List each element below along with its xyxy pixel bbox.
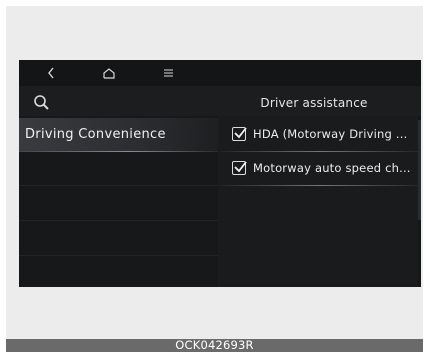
scrollbar[interactable] bbox=[418, 116, 421, 287]
search-icon bbox=[33, 95, 51, 116]
category-item-driving-convenience[interactable]: Driving Convenience bbox=[19, 118, 218, 152]
hda-checkbox[interactable] bbox=[232, 127, 247, 141]
home-button[interactable] bbox=[94, 64, 124, 82]
figure-caption: OCK042693R bbox=[175, 338, 254, 352]
back-button[interactable] bbox=[36, 64, 66, 82]
chevron-left-icon bbox=[47, 67, 55, 79]
menu-button[interactable] bbox=[153, 64, 183, 82]
category-item-label: Driving Convenience bbox=[25, 127, 166, 142]
infotainment-screen: Driver assistance Driving Convenience HD… bbox=[19, 60, 421, 287]
caption-bar: OCK042693R bbox=[6, 338, 423, 352]
home-icon bbox=[103, 67, 115, 79]
top-navigation-bar bbox=[19, 60, 421, 86]
option-label: HDA (Motorway Driving ... bbox=[253, 127, 408, 141]
category-list: Driving Convenience bbox=[19, 116, 218, 287]
option-hda[interactable]: HDA (Motorway Driving ... bbox=[220, 118, 421, 152]
option-label: Motorway auto speed ch... bbox=[253, 161, 411, 175]
scrollbar-thumb[interactable] bbox=[418, 120, 421, 220]
menu-icon bbox=[163, 69, 173, 77]
option-motorway-auto-speed[interactable]: Motorway auto speed ch... bbox=[220, 152, 421, 186]
page-title: Driver assistance bbox=[260, 96, 368, 110]
motorway-auto-speed-checkbox[interactable] bbox=[232, 161, 247, 175]
options-list: HDA (Motorway Driving ... Motorway auto … bbox=[220, 116, 421, 287]
search-button[interactable] bbox=[33, 94, 51, 112]
settings-header: Driver assistance bbox=[19, 86, 421, 116]
